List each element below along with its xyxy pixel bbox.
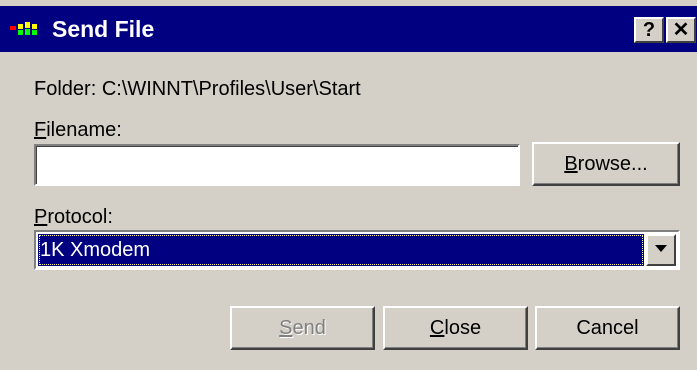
- help-button[interactable]: ?: [634, 17, 664, 43]
- send-file-app-icon: [10, 22, 37, 35]
- browse-label-accel: B: [564, 153, 578, 175]
- filename-label-accel: F: [34, 119, 47, 141]
- close-label-accel: C: [429, 317, 445, 339]
- protocol-label-rest: rotocol:: [47, 206, 113, 228]
- protocol-dropdown-button[interactable]: [646, 234, 676, 266]
- send-button[interactable]: Send: [230, 306, 375, 350]
- help-icon: ?: [642, 19, 656, 41]
- cancel-button[interactable]: Cancel: [535, 306, 680, 350]
- close-window-button[interactable]: ✕: [666, 17, 696, 43]
- filename-label: Filename:: [34, 118, 122, 142]
- send-file-dialog: Send File ? ✕ Folder: C:\WINNT\Profiles\…: [0, 0, 697, 370]
- protocol-label: Protocol:: [34, 205, 113, 229]
- filename-label-rest: ilename:: [46, 119, 122, 141]
- close-button[interactable]: Close: [383, 306, 528, 350]
- browse-button[interactable]: Browse...: [532, 142, 680, 186]
- send-label-accel: S: [279, 317, 293, 339]
- browse-label-rest: rowse...: [577, 153, 648, 175]
- filename-field[interactable]: [34, 144, 520, 186]
- window-title: Send File: [52, 16, 155, 42]
- protocol-dropdown[interactable]: 1K Xmodem: [34, 230, 680, 270]
- close-label-rest: lose: [444, 317, 482, 339]
- folder-label-text: Folder:: [34, 78, 97, 100]
- title-bar[interactable]: Send File ? ✕: [0, 6, 697, 52]
- folder-label: Folder: C:\WINNT\Profiles\User\Start: [34, 77, 361, 101]
- protocol-selected-value[interactable]: 1K Xmodem: [38, 234, 644, 266]
- chevron-down-icon: [655, 245, 667, 252]
- send-label-rest: end: [292, 317, 326, 339]
- protocol-label-accel: P: [34, 206, 48, 228]
- folder-path: C:\WINNT\Profiles\User\Start: [101, 78, 361, 100]
- close-icon: ✕: [672, 19, 690, 41]
